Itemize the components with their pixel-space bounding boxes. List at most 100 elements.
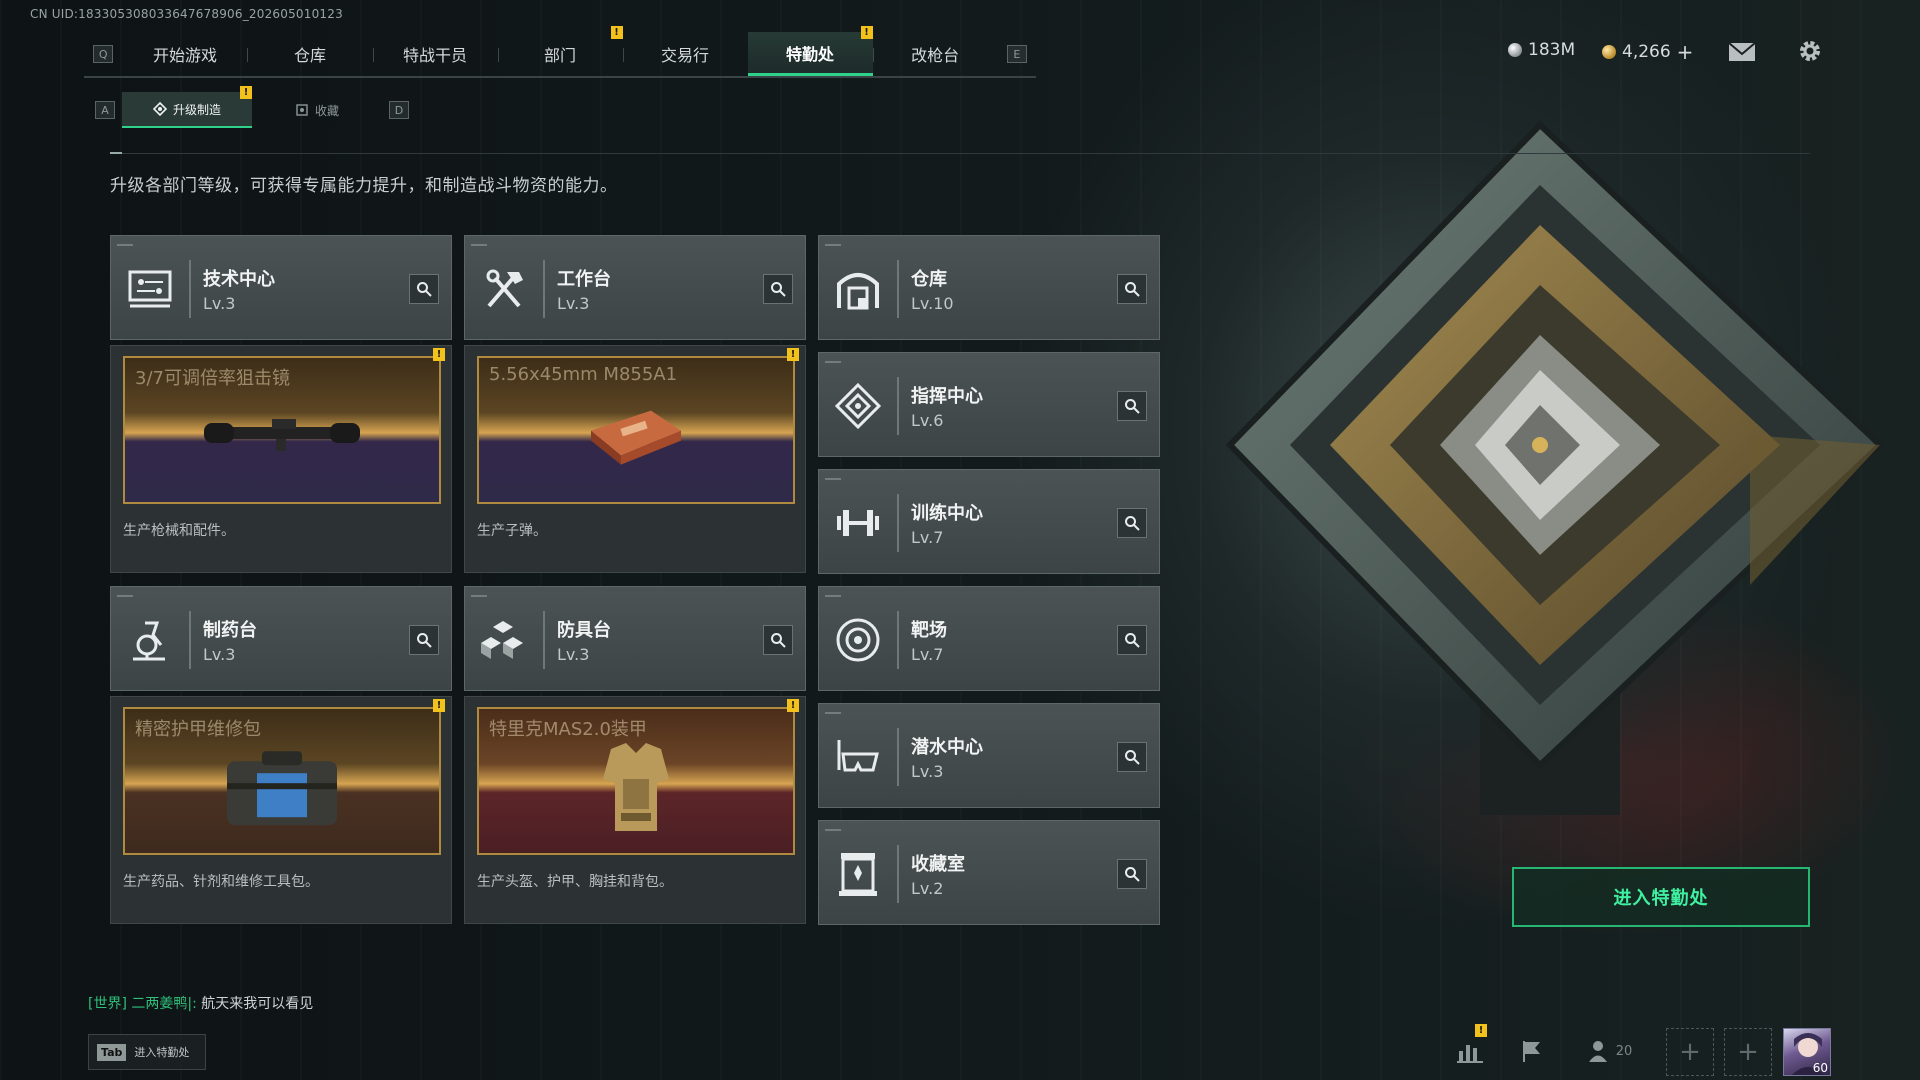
dept-name: 训练中心: [911, 503, 983, 524]
tab-departments[interactable]: 部门!: [497, 26, 623, 76]
workbench-icon: [486, 269, 523, 308]
notification-badge: !: [433, 699, 445, 712]
inspect-button[interactable]: [763, 274, 793, 304]
subtab-upgrade-craft[interactable]: 升级制造 !: [122, 86, 252, 128]
dept-card-shooting-range[interactable]: 靶场 Lv.7: [818, 586, 1160, 691]
production-slot[interactable]: 特里克MAS2.0装甲: [477, 707, 795, 855]
tab-enter-hint[interactable]: Tab 进入特勤处: [88, 1034, 206, 1070]
dept-name: 制药台: [203, 620, 257, 641]
production-slot[interactable]: 3/7可调倍率狙击镜: [123, 356, 441, 504]
nav-prev-key-hint: Q: [93, 45, 114, 63]
tab-gunsmith[interactable]: 改枪台: [872, 32, 998, 76]
tech-center-icon: [128, 270, 172, 308]
warehouse-icon: [837, 273, 879, 310]
dept-card-armor-bench[interactable]: 防具台 Lv.3: [464, 586, 806, 691]
upgrade-icon: [152, 102, 167, 116]
inspect-button[interactable]: [1117, 625, 1147, 655]
chat-sender: 二两姜鸭|:: [131, 996, 197, 1012]
body-armor-icon: [603, 743, 669, 831]
dept-card-tech-center[interactable]: 技术中心 Lv.3: [110, 235, 452, 340]
training-center-icon: [837, 510, 879, 536]
dept-level: Lv.2: [911, 879, 944, 898]
tab-operators[interactable]: 特战干员: [372, 32, 498, 76]
tab-special-ops[interactable]: 特勤处!: [747, 26, 873, 76]
production-item-name: 3/7可调倍率狙击镜: [135, 368, 290, 389]
dept-card-training-center[interactable]: 训练中心 Lv.7: [818, 469, 1160, 574]
dept-name: 靶场: [911, 620, 947, 641]
inspect-button[interactable]: [409, 274, 439, 304]
hub-cube-illustration: [1225, 120, 1885, 815]
silver-currency: 183M: [1508, 40, 1575, 60]
stats-button[interactable]: !: [1447, 1024, 1493, 1074]
dept-name: 收藏室: [911, 854, 965, 875]
inspect-button[interactable]: [1117, 742, 1147, 772]
gold-currency: 4,266 +: [1602, 40, 1693, 64]
production-note: 生产头盔、护甲、胸挂和背包。: [477, 874, 673, 890]
dept-card-workbench[interactable]: 工作台 Lv.3: [464, 235, 806, 340]
notification-badge: !: [787, 699, 799, 712]
notification-badge: !: [240, 86, 252, 99]
collection-icon: [296, 104, 308, 116]
notification-badge: !: [1475, 1024, 1487, 1037]
production-slot[interactable]: 精密护甲维修包: [123, 707, 441, 855]
bar-chart-icon: [1457, 1045, 1483, 1063]
production-tech-center: 3/7可调倍率狙击镜 ! 生产枪械和配件。: [110, 345, 452, 573]
notification-badge: !: [433, 348, 445, 361]
dept-card-collection-room[interactable]: 收藏室 Lv.2: [818, 820, 1160, 925]
dept-name: 技术中心: [203, 269, 275, 290]
chat-channel: [世界]: [88, 996, 127, 1012]
friends-icon: [1588, 1041, 1607, 1062]
dept-level: Lv.3: [557, 294, 590, 313]
production-note: 生产枪械和配件。: [123, 523, 235, 539]
tab-trading[interactable]: 交易行: [622, 32, 748, 76]
inspect-button[interactable]: [1117, 859, 1147, 889]
dept-level: Lv.6: [911, 411, 944, 430]
dept-level: Lv.3: [203, 294, 236, 313]
production-armor-bench: 特里克MAS2.0装甲 ! 生产头盔、护甲、胸挂和背包。: [464, 696, 806, 924]
dept-level: Lv.3: [911, 762, 944, 781]
user-uid: CN UID:1833053080336476​78906_2026050101…: [30, 7, 343, 21]
add-currency-button[interactable]: +: [1677, 40, 1694, 64]
enter-special-ops-button[interactable]: 进入特勤处: [1512, 867, 1810, 927]
dept-card-pharmacy[interactable]: 制药台 Lv.3: [110, 586, 452, 691]
dept-name: 工作台: [557, 269, 611, 290]
dept-card-command-center[interactable]: 指挥中心 Lv.6: [818, 352, 1160, 457]
avatar-level: 60: [1812, 1061, 1828, 1075]
inspect-button[interactable]: [1117, 391, 1147, 421]
flag-button[interactable]: [1509, 1028, 1555, 1074]
silver-coin-icon: [1508, 43, 1522, 57]
tab-warehouse[interactable]: 仓库: [247, 32, 372, 76]
inspect-button[interactable]: [763, 625, 793, 655]
player-avatar[interactable]: 60: [1783, 1028, 1831, 1076]
subtab-collection[interactable]: 收藏: [252, 92, 382, 128]
ammo-box-icon: [591, 410, 681, 465]
mail-icon[interactable]: [1728, 42, 1756, 62]
dept-name: 仓库: [911, 269, 947, 290]
chat-message: 航天来我可以看见: [201, 996, 314, 1012]
armor-bench-icon: [481, 621, 523, 659]
dept-card-warehouse[interactable]: 仓库 Lv.10: [818, 235, 1160, 340]
dept-name: 防具台: [557, 620, 611, 641]
silver-amount: 183M: [1528, 40, 1576, 60]
add-team-slot[interactable]: +: [1724, 1028, 1772, 1076]
friends-button[interactable]: 20: [1580, 1028, 1640, 1074]
dept-level: Lv.3: [203, 645, 236, 664]
inspect-button[interactable]: [409, 625, 439, 655]
search-icon: [417, 633, 432, 648]
tab-start-game[interactable]: 开始游戏: [122, 32, 247, 76]
search-icon: [771, 633, 786, 648]
dept-level: Lv.7: [911, 528, 944, 547]
inspect-button[interactable]: [1117, 274, 1147, 304]
add-team-slot[interactable]: +: [1666, 1028, 1714, 1076]
divider: [110, 153, 1810, 154]
flag-icon: [1523, 1041, 1540, 1062]
gold-coin-icon: [1602, 45, 1616, 59]
tab-hint-label: 进入特勤处: [134, 1046, 190, 1059]
production-slot[interactable]: 5.56x45mm M855A1: [477, 356, 795, 504]
dept-card-diving-center[interactable]: 潜水中心 Lv.3: [818, 703, 1160, 808]
chat-line[interactable]: [世界] 二两姜鸭|: 航天来我可以看见: [88, 993, 313, 1013]
gear-icon[interactable]: [1797, 38, 1823, 64]
inspect-button[interactable]: [1117, 508, 1147, 538]
subnav-next-key-hint: D: [389, 101, 409, 119]
shooting-range-icon: [836, 618, 880, 662]
